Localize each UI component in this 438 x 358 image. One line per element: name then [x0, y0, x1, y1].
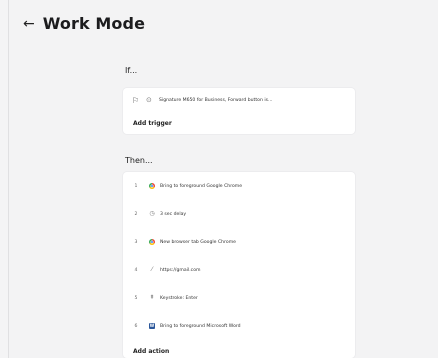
action-label: New browser tab Google Chrome [160, 239, 236, 245]
chrome-icon [147, 183, 157, 189]
action-number: 4 [134, 267, 138, 273]
action-row[interactable]: 3 New browser tab Google Chrome [123, 234, 355, 250]
add-action-button[interactable]: Add action [133, 348, 169, 355]
action-row[interactable]: 2 ◷ 3 sec delay [123, 206, 355, 222]
trigger-card: ⚐ ⊙ Signature M650 for Business, Forward… [123, 88, 355, 134]
action-number: 2 [134, 211, 138, 217]
trigger-row[interactable]: ⚐ ⊙ Signature M650 for Business, Forward… [123, 88, 355, 112]
page-title: Work Mode [42, 14, 146, 33]
action-label: Bring to foreground Microsoft Word [160, 323, 241, 329]
action-row[interactable]: 1 Bring to foreground Google Chrome [123, 178, 355, 194]
link-icon: ⁄ [151, 266, 153, 273]
if-section-label: If... [125, 66, 138, 75]
action-number: 1 [134, 183, 138, 189]
action-label: https://gmail.com [160, 267, 201, 273]
actions-card: 1 Bring to foreground Google Chrome 2 ◷ … [123, 172, 355, 358]
word-icon: W [149, 323, 155, 329]
back-arrow-icon[interactable]: ← [23, 17, 35, 31]
chrome-icon [147, 239, 157, 245]
action-number: 5 [134, 295, 138, 301]
action-row[interactable]: 6 W Bring to foreground Microsoft Word [123, 318, 355, 334]
flag-icon: ⚐ [132, 95, 140, 105]
clock-icon: ◷ [149, 210, 155, 217]
mouse-icon: ⊙ [146, 96, 152, 104]
action-label: 3 sec delay [160, 211, 187, 217]
page-header: ← Work Mode [23, 14, 145, 33]
action-row[interactable]: 4 ⁄ https://gmail.com [123, 262, 355, 278]
action-number: 3 [134, 239, 138, 245]
keystroke-icon: ⇞ [149, 294, 155, 301]
action-row[interactable]: 5 ⇞ Keystroke: Enter [123, 290, 355, 306]
action-number: 6 [134, 323, 138, 329]
then-section-label: Then... [125, 156, 153, 165]
trigger-text: Signature M650 for Business, Forward but… [159, 97, 273, 103]
add-trigger-button[interactable]: Add trigger [133, 120, 172, 127]
action-label: Bring to foreground Google Chrome [160, 183, 243, 189]
app-frame: ← Work Mode If... ⚐ ⊙ Signature M650 for… [8, 0, 438, 358]
action-label: Keystroke: Enter [160, 295, 198, 301]
